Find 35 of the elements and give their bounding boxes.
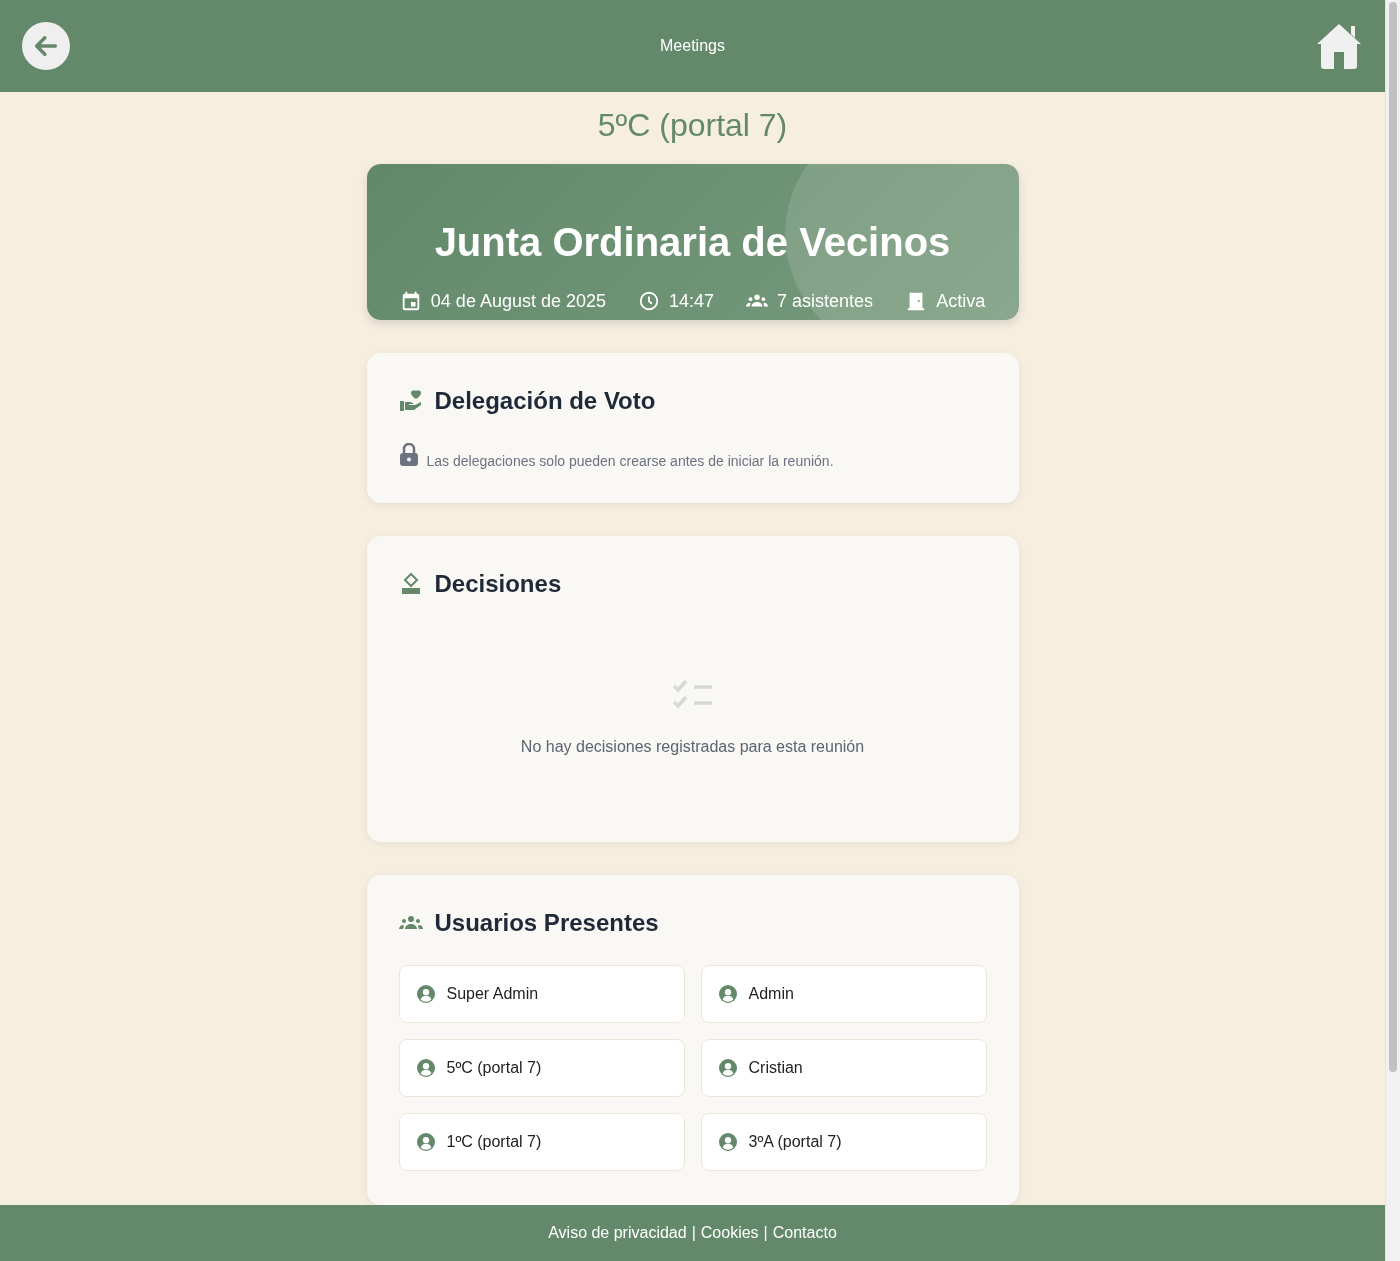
card-title: Usuarios Presentes [434,909,659,937]
page-title: 5ºC (portal 7) [597,106,788,144]
empty-message: No hay decisiones registradas para esta reunión [520,738,865,756]
user-name: 1ºC (portal 7) [446,1133,542,1151]
link-separator: | [763,1224,768,1242]
user-name: Admin [748,985,794,1003]
delegation-notice: Las delegaciones solo pueden crearse antes de iniciar la reunión. [426,453,834,469]
home-icon[interactable] [1315,22,1363,70]
back-button[interactable] [22,22,70,70]
card-title: Decisiones [434,570,562,598]
user-avatar-icon [718,1059,737,1077]
user-avatar-icon [416,1059,435,1077]
meeting-meta: 04 de August de 2025 [430,290,606,312]
meeting-meta: 7 asistentes [777,290,874,312]
footer-link[interactable]: Contacto [772,1224,837,1242]
card-title: Delegación de Voto [434,387,656,415]
footer-link[interactable]: Aviso de privacidad [548,1224,687,1242]
user-avatar-icon [416,985,435,1003]
clock-icon [638,290,660,312]
user-name: Cristian [748,1059,803,1077]
meeting-meta: 14:47 [669,290,715,312]
meeting-meta: Activa [936,290,986,312]
hand-heart-icon [398,389,423,413]
user-avatar-icon [718,1133,737,1151]
link-separator: | [691,1224,696,1242]
user-name: 5ºC (portal 7) [446,1059,542,1077]
footer-link[interactable]: Cookies [700,1224,759,1242]
user-avatar-icon [718,985,737,1003]
user-name: Super Admin [446,985,539,1003]
user-name: 3ºA (portal 7) [748,1133,842,1151]
user-avatar-icon [416,1133,435,1151]
header-title: Meetings [660,37,725,55]
meeting-title: Junta Ordinaria de Vecinos [434,219,951,266]
checklist-icon [671,678,714,710]
lock-icon [398,443,419,467]
